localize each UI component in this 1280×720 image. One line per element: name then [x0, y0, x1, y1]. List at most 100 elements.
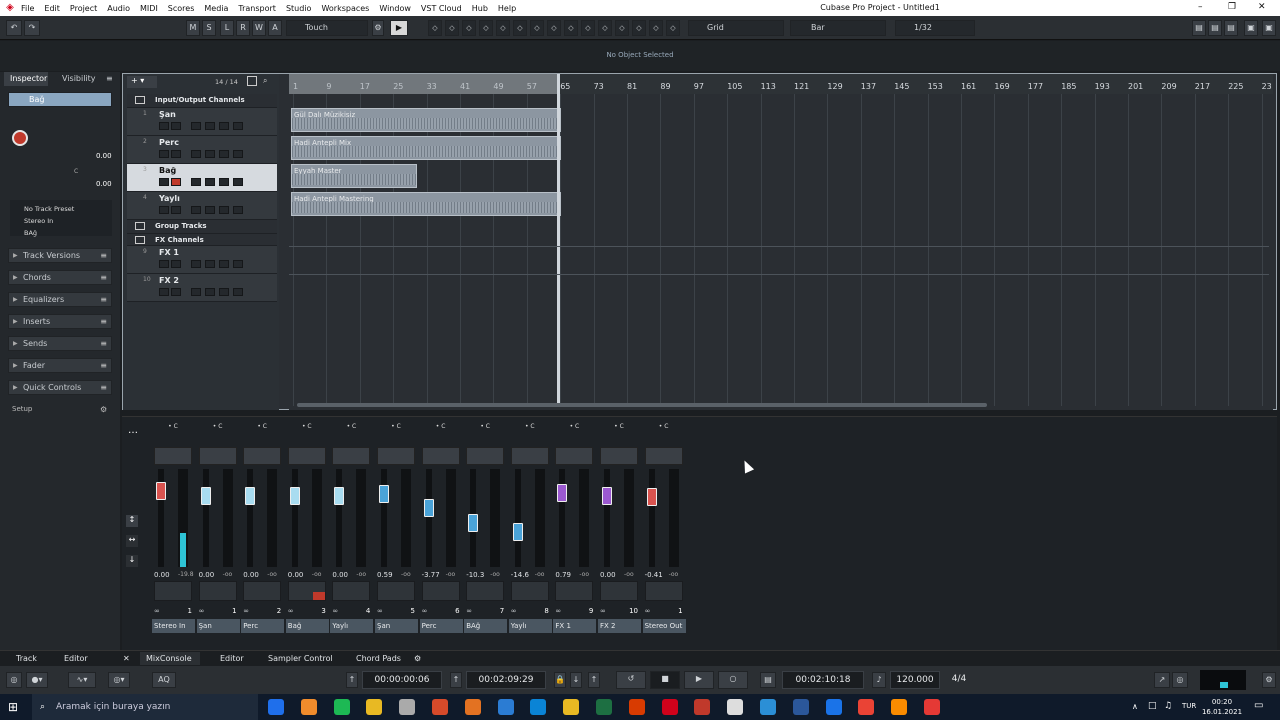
setup-gear-icon[interactable]: ⚙ [100, 405, 107, 414]
tab-track[interactable]: Track [16, 654, 37, 663]
read-write-buttons[interactable] [555, 581, 594, 601]
folder-app-icon[interactable] [366, 699, 383, 715]
tab-mixconsole[interactable]: MixConsole [140, 652, 200, 665]
read-write-buttons[interactable] [332, 581, 371, 601]
settings-app-icon[interactable] [399, 699, 416, 715]
fader-track[interactable] [247, 469, 254, 567]
link-icon[interactable]: ∞ [332, 607, 338, 615]
mixer-link-icon[interactable]: ↔ [126, 535, 138, 547]
fader-track[interactable] [336, 469, 343, 567]
monitor-button[interactable] [205, 122, 215, 130]
inspector-section-inserts[interactable]: ▶ Inserts ≡ [8, 314, 112, 329]
fader-track[interactable] [514, 469, 521, 567]
track-folder[interactable]: Group Tracks [127, 220, 277, 234]
project-cursor[interactable] [557, 74, 560, 406]
zoom-tool-icon[interactable]: ◇ [496, 20, 510, 36]
menu-item-media[interactable]: Media [204, 4, 228, 13]
split-tool-icon[interactable]: ◇ [445, 20, 459, 36]
tab-inspector[interactable]: Inspector [4, 72, 48, 86]
flstudio-icon[interactable] [464, 699, 481, 715]
layout-more-icon[interactable]: ▣ [1262, 20, 1276, 36]
inspector-menu-icon[interactable]: ≡ [106, 72, 116, 86]
recorder-icon[interactable] [924, 699, 940, 715]
quantize-select[interactable]: 1/32 [895, 20, 975, 36]
record-enable-button[interactable] [191, 150, 201, 158]
fader-track[interactable] [202, 469, 209, 567]
channel-name[interactable]: FX 1 [553, 619, 598, 633]
fader-track[interactable] [604, 469, 610, 567]
audio-event[interactable]: Hadi Antepli Mastering [291, 192, 561, 216]
mixer-save-icon[interactable]: ↓ [126, 555, 138, 567]
inspector-section-chords[interactable]: ▶ Chords ≡ [8, 270, 112, 285]
channel-name[interactable]: Perc [419, 619, 464, 633]
menu-item-audio[interactable]: Audio [107, 4, 130, 13]
fader-handle[interactable] [557, 483, 568, 502]
transport-gear-icon[interactable]: ⚙ [1262, 672, 1276, 688]
audio-event[interactable]: Eyyah Master [291, 164, 417, 188]
time-warp-tool-icon[interactable]: ◇ [530, 20, 544, 36]
fader-value[interactable]: 0.00 [154, 571, 170, 579]
audio-event[interactable]: Hadi Antepli Mix [291, 136, 561, 160]
inspector-pan[interactable]: C [74, 168, 78, 175]
record-enable-button[interactable] [191, 288, 201, 296]
mute-button[interactable] [159, 122, 169, 130]
channel-name[interactable]: Stereo Out [642, 619, 687, 633]
fader-track[interactable] [381, 469, 387, 567]
track-audio[interactable]: Yaylı 4 [127, 192, 277, 220]
menu-item-edit[interactable]: Edit [44, 4, 60, 13]
track-folder[interactable]: Input/Output Channels [127, 94, 277, 108]
link-icon[interactable]: ∞ [645, 607, 651, 615]
track-fx[interactable]: FX 2 10 [127, 274, 277, 302]
menu-item-hub[interactable]: Hub [472, 4, 488, 13]
read-automation-button[interactable] [233, 122, 243, 130]
tool-select-icon[interactable]: ▶ [390, 20, 408, 36]
draw-tool-icon[interactable]: ◇ [547, 20, 561, 36]
record-enable-button[interactable] [191, 206, 201, 214]
chrome-3-icon[interactable] [891, 699, 908, 715]
fader-value[interactable]: 0.00 [243, 571, 259, 579]
input-level-icon[interactable]: ∿▾ [68, 672, 96, 688]
menu-item-transport[interactable]: Transport [238, 4, 276, 13]
mute-button[interactable] [159, 178, 169, 186]
app-icon[interactable] [694, 699, 711, 715]
fader-track[interactable] [425, 469, 432, 567]
menu-item-scores[interactable]: Scores [168, 4, 195, 13]
solo-button[interactable] [171, 150, 181, 158]
fader-value[interactable]: 0.59 [377, 571, 393, 579]
mute-tool-icon[interactable]: ◇ [513, 20, 527, 36]
read-write-buttons[interactable] [377, 581, 415, 601]
auto-scroll-icon[interactable]: ⚙ [372, 20, 384, 36]
inspector-section-fader[interactable]: ▶ Fader ≡ [8, 358, 112, 373]
read-write-buttons[interactable] [644, 581, 683, 601]
signature-display[interactable]: 4/4 [944, 671, 974, 689]
read-automation-button[interactable] [233, 150, 243, 158]
fader-value[interactable]: -0.41 [645, 571, 663, 579]
track-audio[interactable]: Perc 2 [127, 136, 277, 164]
record-enable-icon[interactable] [12, 130, 28, 146]
tempo-track-icon[interactable]: ♪ [872, 672, 886, 688]
tempo-display[interactable]: 120.000 [890, 671, 940, 689]
mute-solo-buttons[interactable] [287, 447, 326, 465]
solo-button[interactable] [171, 206, 181, 214]
mute-button[interactable] [159, 150, 169, 158]
monitor-button[interactable] [205, 150, 215, 158]
word-icon[interactable] [792, 699, 809, 715]
glue-tool-icon[interactable]: ◇ [462, 20, 476, 36]
tab-visibility[interactable]: Visibility [58, 72, 102, 86]
mute-solo-buttons[interactable] [243, 447, 282, 465]
undo-icon[interactable]: ↶ [6, 20, 22, 36]
menu-item-vst-cloud[interactable]: VST Cloud [421, 4, 462, 13]
zoom-app-icon[interactable] [530, 699, 547, 715]
windows-start-icon[interactable]: ⊞ [8, 700, 22, 714]
inspector-track-name[interactable]: Bağ [8, 92, 112, 107]
inspector-section-quick-controls[interactable]: ▶ Quick Controls ≡ [8, 380, 112, 395]
left-locator-time[interactable]: 00:00:00:06 [362, 671, 442, 689]
grid-icon-icon[interactable]: ◇ [666, 20, 680, 36]
solo-button[interactable] [171, 178, 181, 186]
peak-value[interactable]: -oo [669, 571, 679, 578]
cubase-app-icon[interactable] [661, 699, 678, 715]
mute-button[interactable] [159, 260, 169, 268]
comp-tool-icon[interactable]: ◇ [598, 20, 612, 36]
chrome-2-icon[interactable] [858, 699, 875, 715]
channel-name[interactable]: Şan [196, 619, 241, 633]
